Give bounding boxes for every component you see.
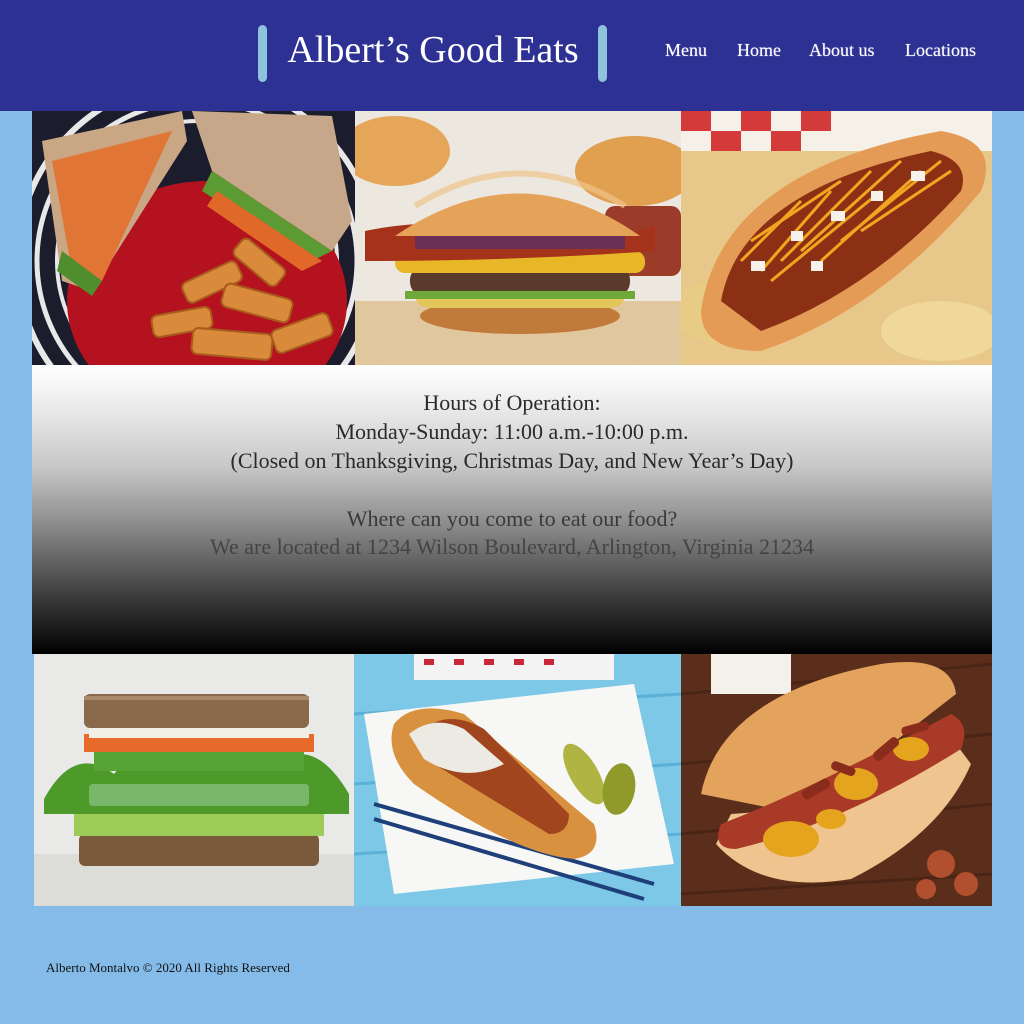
nav-link-home[interactable]: Home [737,38,781,62]
main-nav: Menu Home About us Locations [640,38,1000,64]
site-title: Albert’s Good Eats [287,29,579,71]
burger-photo [355,111,681,365]
title-accent-bar-right [598,25,607,82]
sandwich-fries-photo [32,111,355,365]
nav-link-menu[interactable]: Menu [665,38,707,62]
chili-cheese-hotdog-photo [681,111,992,365]
site-header: Albert’s Good Eats Menu Home About us Lo… [0,0,1024,111]
info-panel: Hours of Operation: Monday-Sunday: 11:00… [32,365,992,654]
location-question: Where can you come to eat our food? [346,506,678,531]
nav-link-locations[interactable]: Locations [905,38,976,62]
hours-heading: Hours of Operation: [423,390,601,415]
nav-link-about-us[interactable]: About us [809,38,875,62]
hotdog-pickles-photo [354,654,681,906]
footer-copyright: Alberto Montalvo © 2020 All Rights Reser… [46,960,290,975]
address-text: We are located at 1234 Wilson Boulevard,… [210,534,814,559]
bacon-cheese-hotdog-photo [681,654,992,906]
hours-text: Monday-Sunday: 11:00 a.m.-10:00 p.m. [335,419,689,444]
title-accent-bar-left [258,25,267,82]
closed-days-text: (Closed on Thanksgiving, Christmas Day, … [230,448,794,473]
veggie-sandwich-photo [34,654,354,906]
